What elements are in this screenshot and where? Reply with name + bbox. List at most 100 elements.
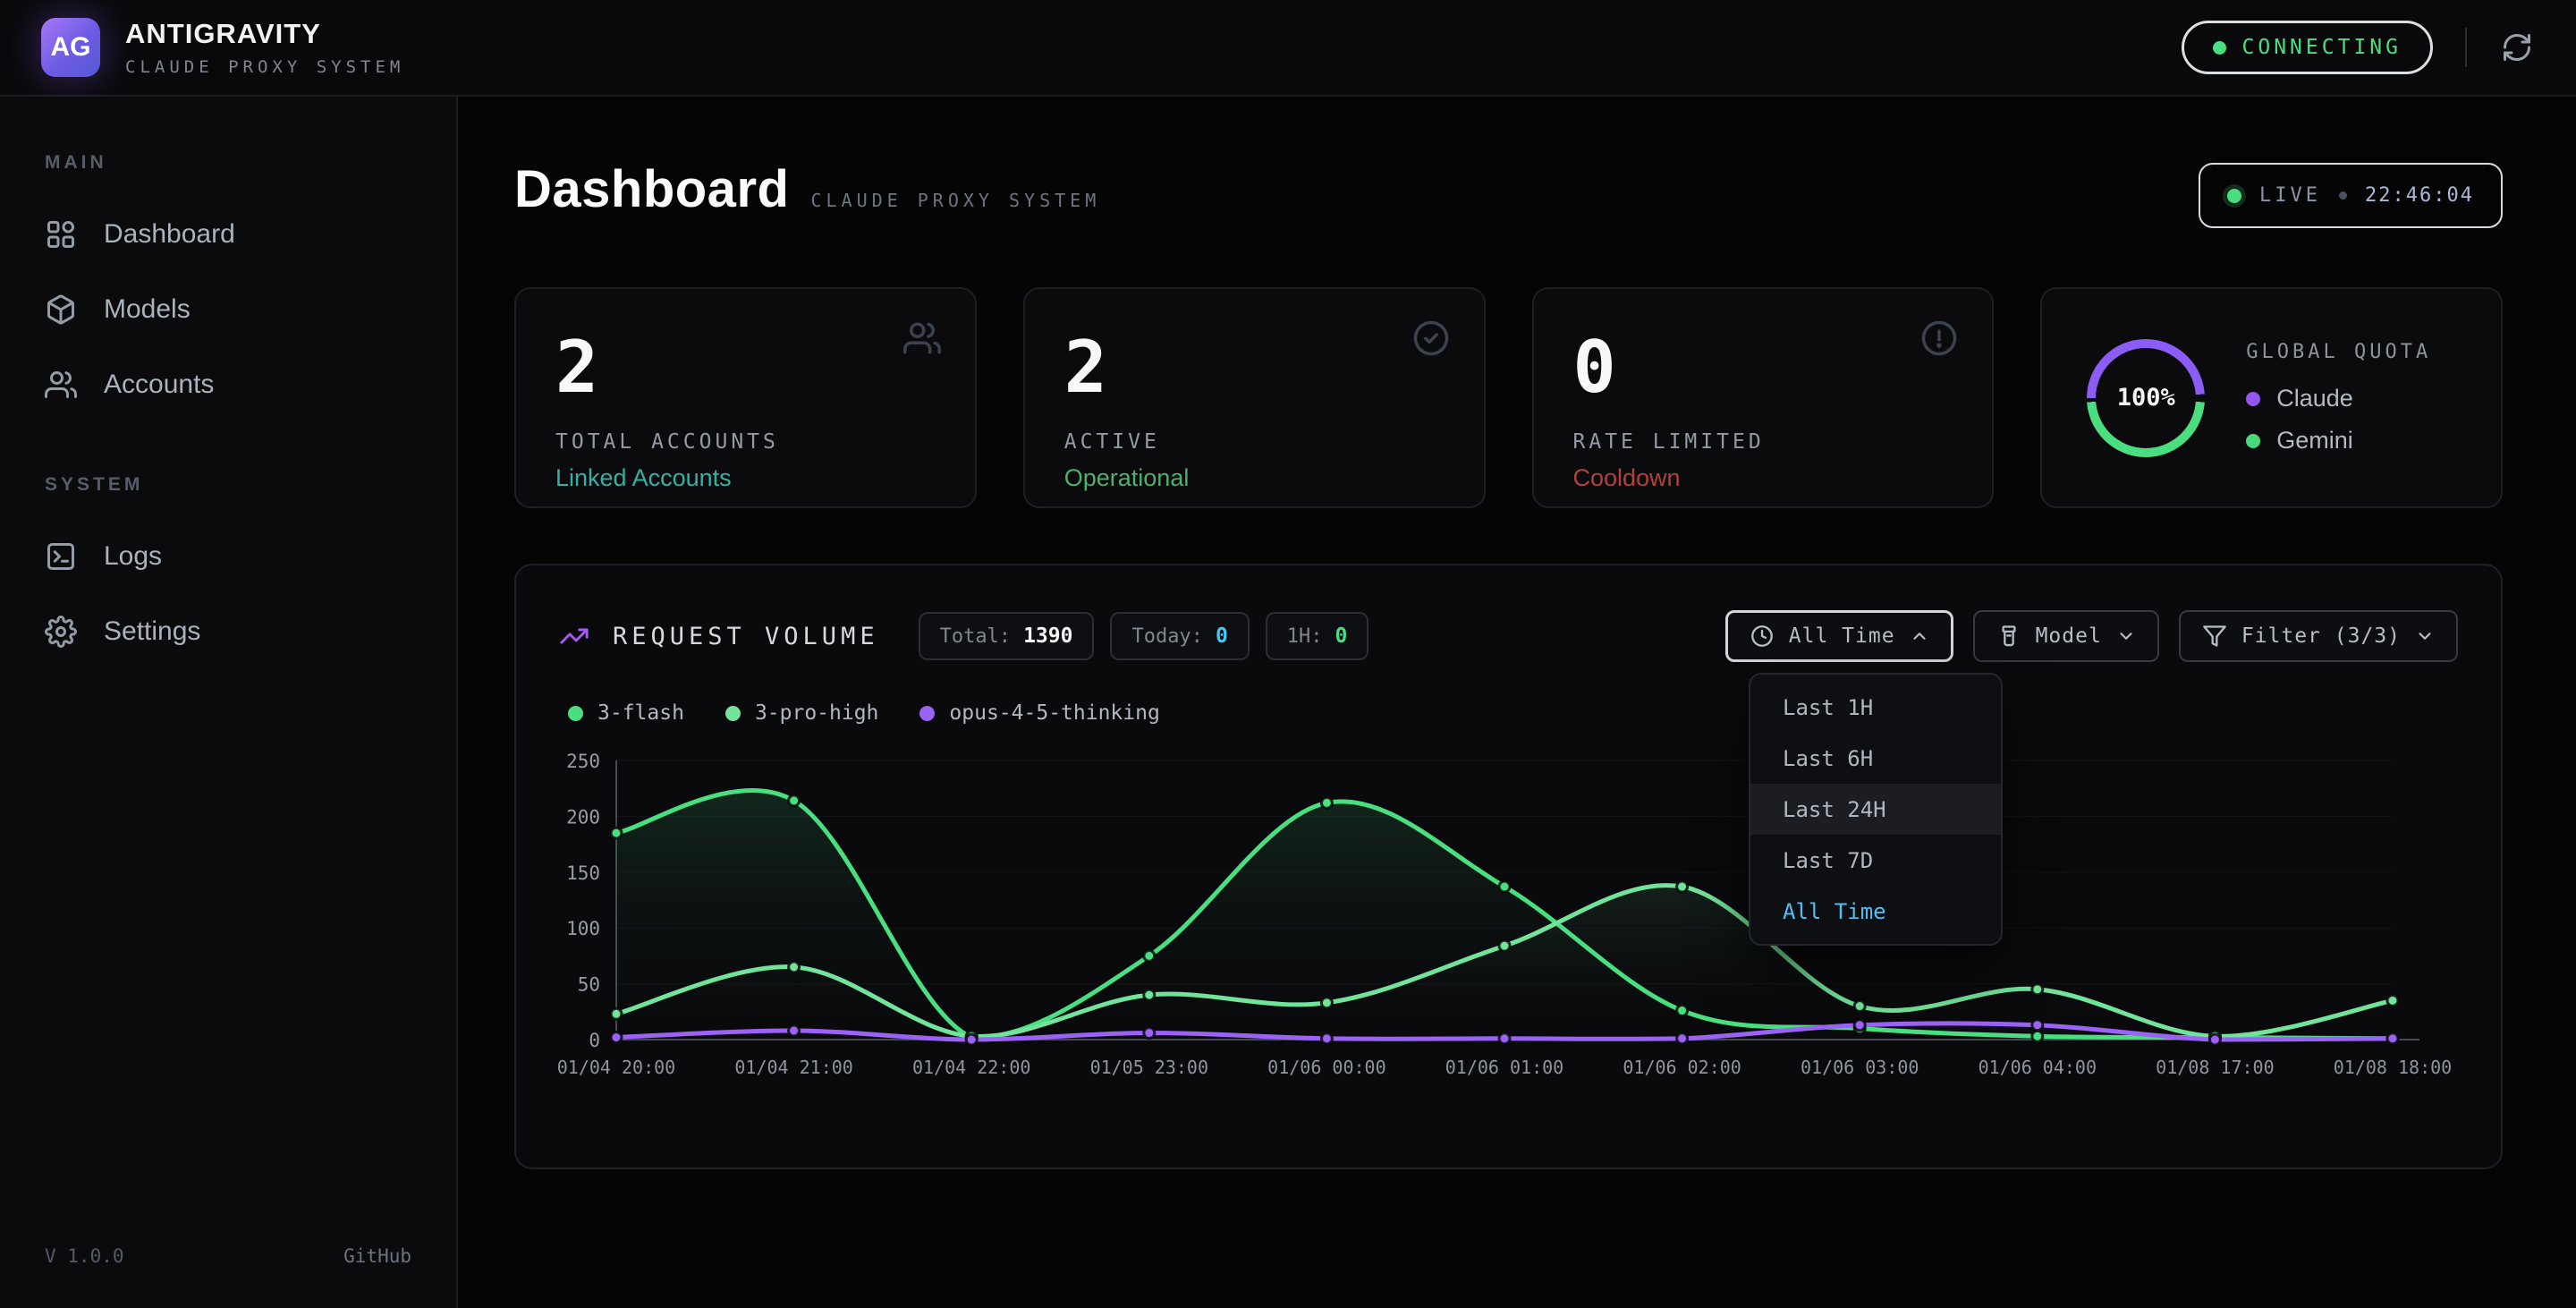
legend-dot-icon xyxy=(2246,392,2260,406)
legend-dot-icon xyxy=(568,706,583,721)
legend-label: 3-pro-high xyxy=(755,701,878,725)
connection-status-badge[interactable]: CONNECTING xyxy=(2182,21,2433,74)
connection-status-text: CONNECTING xyxy=(2242,36,2402,59)
trending-up-icon xyxy=(559,621,589,651)
separator-dot-icon xyxy=(2339,191,2347,200)
live-label: LIVE xyxy=(2259,184,2321,207)
sidebar-item-settings[interactable]: Settings xyxy=(0,598,456,666)
time-range-dropdown-menu: Last 1HLast 6HLast 24HLast 7DAll Time xyxy=(1749,673,2003,946)
sidebar: MAINDashboardModelsAccountsSYSTEMLogsSet… xyxy=(0,97,458,1308)
stat-value: 2 xyxy=(555,332,936,403)
app-title: ANTIGRAVITY xyxy=(125,18,404,50)
stat-label: ACTIVE xyxy=(1064,430,1445,454)
sidebar-item-dashboard[interactable]: Dashboard xyxy=(0,200,456,268)
data-point xyxy=(2209,1034,2220,1045)
live-status-badge: LIVE 22:46:04 xyxy=(2199,163,2503,228)
data-point xyxy=(1854,1001,1865,1012)
sidebar-item-models[interactable]: Models xyxy=(0,276,456,344)
badge-value: 1390 xyxy=(1023,624,1072,648)
cube-icon xyxy=(45,293,77,326)
sidebar-item-accounts[interactable]: Accounts xyxy=(0,351,456,419)
data-point xyxy=(2387,995,2398,1006)
stat-sublabel: Operational xyxy=(1064,464,1445,492)
metric-badge: Today:0 xyxy=(1110,612,1249,660)
dropdown-item-last-24h[interactable]: Last 24H xyxy=(1750,784,2001,835)
data-point xyxy=(1677,881,1688,892)
stat-value: 2 xyxy=(1064,332,1445,403)
data-point xyxy=(1499,881,1510,892)
dropdown-item-last-1h[interactable]: Last 1H xyxy=(1750,682,2001,733)
data-point xyxy=(1677,1006,1688,1016)
refresh-icon xyxy=(2501,31,2533,64)
metric-badge: 1H: 0 xyxy=(1266,612,1369,660)
x-axis-tick: 01/05 23:00 xyxy=(1090,1057,1208,1078)
x-axis-tick: 01/08 17:00 xyxy=(2156,1057,2274,1078)
terminal-icon xyxy=(45,540,77,573)
time-range-value: All Time xyxy=(1789,624,1895,648)
github-link[interactable]: GitHub xyxy=(343,1245,411,1267)
data-point xyxy=(789,795,800,806)
legend-label: Gemini xyxy=(2276,427,2353,454)
stat-card-total-accounts: 2 TOTAL ACCOUNTS Linked Accounts xyxy=(514,287,977,508)
top-bar: AG ANTIGRAVITY CLAUDE PROXY SYSTEM CONNE… xyxy=(0,0,2576,97)
x-axis-tick: 01/06 01:00 xyxy=(1445,1057,1563,1078)
badge-label: Today: xyxy=(1131,625,1202,648)
x-axis-tick: 01/06 00:00 xyxy=(1267,1057,1385,1078)
x-axis-tick: 01/04 20:00 xyxy=(557,1057,675,1078)
data-point xyxy=(1144,1028,1155,1039)
stat-sublabel: Linked Accounts xyxy=(555,464,936,492)
x-axis-tick: 01/06 04:00 xyxy=(1979,1057,2097,1078)
data-point xyxy=(2032,984,2043,995)
chart-legend-item: 3-pro-high xyxy=(725,701,878,725)
data-point xyxy=(1677,1033,1688,1044)
y-axis-tick: 100 xyxy=(566,918,600,939)
dropdown-item-all-time[interactable]: All Time xyxy=(1750,886,2001,937)
dropdown-item-last-7d[interactable]: Last 7D xyxy=(1750,835,2001,886)
data-point xyxy=(789,962,800,973)
legend-label: Claude xyxy=(2276,385,2353,412)
badge-label: Total: xyxy=(940,625,1011,648)
sidebar-item-label: Logs xyxy=(104,541,162,572)
data-point xyxy=(2032,1031,2043,1041)
data-point xyxy=(966,1034,977,1045)
grid-icon xyxy=(45,218,77,251)
request-volume-chart: 05010015020025001/04 20:0001/04 21:0001/… xyxy=(552,746,2469,1106)
request-volume-panel: REQUEST VOLUME Total: 1390 Today:0 1H: 0 All… xyxy=(514,564,2503,1169)
stat-sublabel: Cooldown xyxy=(1573,464,1953,492)
y-axis-tick: 150 xyxy=(566,862,600,884)
users-icon xyxy=(903,319,941,361)
quota-percent: 100% xyxy=(2117,384,2175,412)
x-axis-tick: 01/04 22:00 xyxy=(912,1057,1030,1078)
data-point xyxy=(1499,1033,1510,1044)
gear-icon xyxy=(45,616,77,648)
legend-label: opus-4-5-thinking xyxy=(949,701,1159,725)
y-axis-tick: 250 xyxy=(566,751,600,772)
data-point xyxy=(1321,998,1332,1008)
live-clock: 22:46:04 xyxy=(2365,184,2474,207)
divider xyxy=(2465,28,2467,67)
legend-dot-icon xyxy=(919,706,935,721)
main-content: Dashboard CLAUDE PROXY SYSTEM LIVE 22:46… xyxy=(458,97,2576,1308)
time-range-dropdown-button[interactable]: All Time xyxy=(1725,610,1953,662)
stat-card-rate-limited: 0 RATE LIMITED Cooldown xyxy=(1532,287,1995,508)
quota-ring-gauge: 100% xyxy=(2087,339,2205,457)
filter-dropdown-button[interactable]: Filter (3/3) xyxy=(2179,610,2458,662)
sidebar-item-label: Models xyxy=(104,294,191,325)
sidebar-item-logs[interactable]: Logs xyxy=(0,522,456,590)
model-dropdown-button[interactable]: Model xyxy=(1973,610,2159,662)
refresh-button[interactable] xyxy=(2499,30,2535,65)
dropdown-item-last-6h[interactable]: Last 6H xyxy=(1750,733,2001,784)
stat-label: RATE LIMITED xyxy=(1573,430,1953,454)
stat-label: TOTAL ACCOUNTS xyxy=(555,430,936,454)
brand: AG ANTIGRAVITY CLAUDE PROXY SYSTEM xyxy=(41,18,404,77)
check-circle-icon xyxy=(1412,319,1450,361)
quota-legend-item: Gemini xyxy=(2246,427,2431,454)
sidebar-item-label: Settings xyxy=(104,616,200,647)
badge-label: 1H: xyxy=(1287,625,1323,648)
panel-title: REQUEST VOLUME xyxy=(613,623,879,650)
alert-circle-icon xyxy=(1920,319,1958,361)
app-logo: AG xyxy=(41,18,100,77)
badge-value: 0 xyxy=(1335,624,1348,648)
x-axis-tick: 01/08 18:00 xyxy=(2334,1057,2452,1078)
sidebar-nav: MAINDashboardModelsAccountsSYSTEMLogsSet… xyxy=(0,152,456,666)
